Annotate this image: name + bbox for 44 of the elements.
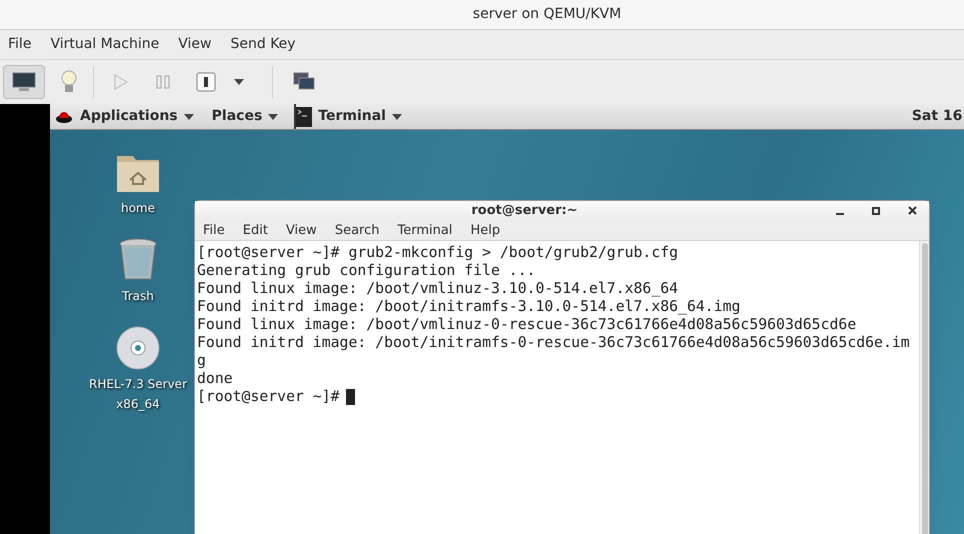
menu-item[interactable]: View — [178, 34, 212, 55]
icon-label[interactable]: x86_64 — [116, 394, 160, 414]
applications-menu[interactable]: Applications — [80, 106, 194, 127]
terminal-line: Found linux image: /boot/vmlinuz-0-rescue-36c73c61766e4d08a56c59603d65cd6e — [197, 316, 856, 334]
menu-item[interactable]: Send Key — [230, 34, 296, 55]
trash-icon — [118, 238, 158, 282]
menu-item[interactable]: File — [203, 220, 225, 240]
close-icon[interactable] — [908, 206, 917, 216]
maximize-icon[interactable] — [872, 206, 880, 215]
terminal-icon — [296, 106, 312, 126]
window-title: server on QEMU/KVM — [472, 5, 622, 24]
icon-label[interactable]: home — [120, 198, 156, 218]
caret-icon — [268, 114, 278, 120]
terminal-line: Found linux image: /boot/vmlinuz-3.10.0-514.el7.x86_64 — [197, 280, 678, 298]
icon-label[interactable]: RHEL-7.3 Server — [89, 374, 187, 394]
hat-icon — [56, 110, 72, 124]
menu-item[interactable]: Virtual Machine — [50, 34, 160, 55]
terminal-line: [root@server ~]# — [197, 388, 340, 406]
terminal-line: g — [197, 352, 206, 370]
console-button[interactable] — [3, 65, 45, 99]
places-menu[interactable]: Places — [212, 106, 278, 127]
text-cursor — [346, 389, 355, 405]
terminal-line: Found initrd image: /boot/initramfs-3.10.0-514.el7.x86_64.img — [197, 298, 740, 316]
power-switch-icon[interactable] — [196, 72, 216, 92]
caret-icon — [184, 114, 194, 120]
terminal-title: root@server:~ — [470, 202, 579, 220]
menu-item[interactable]: Terminal — [397, 220, 452, 240]
icon-label[interactable]: Trash — [122, 286, 154, 306]
caret-icon — [234, 79, 244, 85]
terminal-line: Found initrd image: /boot/initramfs-0-rescue-36c73c61766e4d08a56c59603d65cd6e.im — [197, 334, 910, 352]
clock[interactable]: Sat 16: — [912, 106, 964, 127]
terminal-line: done — [197, 370, 233, 388]
caret-icon — [392, 114, 402, 120]
terminal-line: Generating grub configuration file ... — [197, 262, 536, 280]
menu-item[interactable]: File — [8, 34, 32, 55]
disc-icon — [116, 326, 160, 370]
menu-item[interactable]: View — [286, 220, 317, 240]
menu-item[interactable]: Search — [334, 220, 380, 240]
menu-item[interactable]: Help — [470, 220, 500, 240]
terminal-line: [root@server ~]# grub2-mkconfig > /boot/grub2/grub.cfg — [197, 244, 678, 262]
screens-icon[interactable] — [293, 72, 315, 92]
scrollbar[interactable] — [919, 241, 929, 534]
menu-item[interactable]: Edit — [242, 220, 268, 240]
monitor-icon — [12, 72, 36, 92]
